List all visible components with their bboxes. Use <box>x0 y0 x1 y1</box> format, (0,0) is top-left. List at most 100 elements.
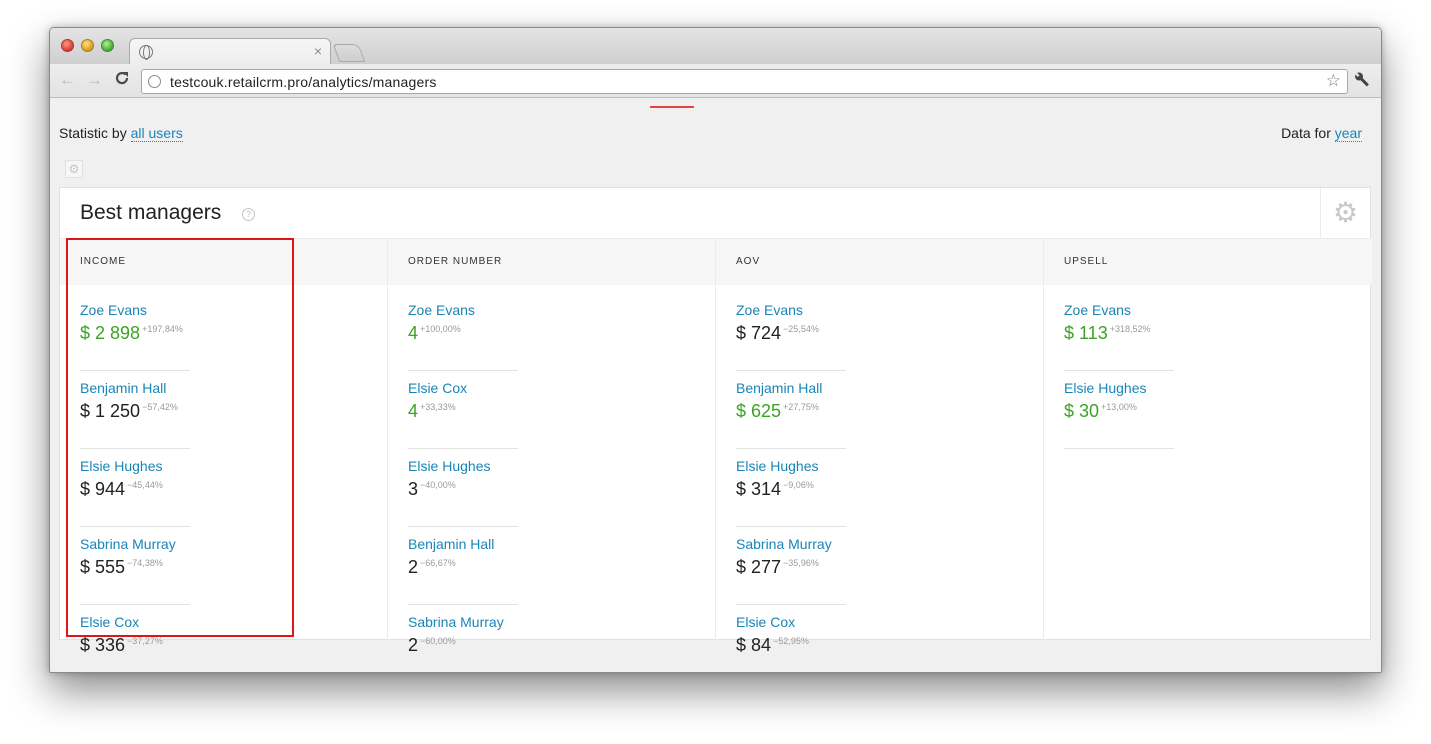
metric-value-row: $ 625 +27,75% <box>736 401 819 422</box>
bookmark-star-icon[interactable]: ☆ <box>1326 71 1341 91</box>
manager-name-link[interactable]: Elsie Hughes <box>408 458 518 478</box>
help-icon[interactable]: ? <box>242 208 255 221</box>
column-header: AOV <box>716 239 1043 285</box>
title-bar: × <box>50 28 1381 65</box>
metric-value-row: 4 +100,00% <box>408 323 461 344</box>
wrench-icon[interactable] <box>1350 67 1379 96</box>
metric-value-row: $ 84 −52,95% <box>736 635 809 656</box>
change-percent: −9,06% <box>783 480 814 490</box>
metric-value: $ 277 <box>736 557 782 577</box>
manager-name-link[interactable]: Elsie Hughes <box>1064 380 1174 400</box>
loading-indicator <box>650 106 694 108</box>
metric-value: $ 30 <box>1064 401 1100 421</box>
data-for-label: Data for <box>1281 125 1335 141</box>
manager-name-link[interactable]: Elsie Cox <box>408 380 518 400</box>
metric-value-row: 4 +33,33% <box>408 401 456 422</box>
metric-value: 2 <box>408 635 419 655</box>
manager-name-link[interactable]: Benjamin Hall <box>736 380 846 400</box>
metric-value: 2 <box>408 557 419 577</box>
metric-value-row: $ 277 −35,96% <box>736 557 819 578</box>
browser-toolbar: ← → testcouk.retailcrm.pro/analytics/man… <box>50 64 1381 98</box>
reload-glyph <box>115 71 129 85</box>
list-item: Zoe Evans 4 +100,00% <box>408 302 518 371</box>
change-percent: −60,00% <box>420 636 456 646</box>
metric-value: $ 84 <box>736 635 772 655</box>
income-column-highlight <box>66 238 294 637</box>
change-percent: +27,75% <box>783 402 819 412</box>
change-percent: −66,67% <box>420 558 456 568</box>
browser-tab[interactable]: × <box>129 38 331 65</box>
change-percent: +13,00% <box>1101 402 1137 412</box>
url-text[interactable]: testcouk.retailcrm.pro/analytics/manager… <box>170 74 437 90</box>
period-filter: Data for year <box>1281 125 1362 142</box>
wrench-glyph <box>1355 72 1369 87</box>
globe-icon <box>139 45 153 60</box>
manager-list: Zoe Evans 4 +100,00% Elsie Cox 4 +33,33% Elsie… <box>388 285 715 672</box>
list-item: Elsie Hughes $ 314 −9,06% <box>736 458 846 527</box>
metric-column-aov: AOV Zoe Evans $ 724 −25,54% Benjamin Hall $ 6… <box>716 239 1044 655</box>
list-item: Benjamin Hall $ 625 +27,75% <box>736 380 846 449</box>
close-window-button[interactable] <box>61 39 74 52</box>
change-percent: −25,54% <box>783 324 819 334</box>
change-percent: −35,96% <box>783 558 819 568</box>
metric-value: $ 314 <box>736 479 782 499</box>
reload-icon[interactable] <box>114 70 130 91</box>
list-item: Elsie Cox $ 84 −52,95% <box>736 614 846 672</box>
manager-name-link[interactable]: Sabrina Murray <box>736 536 846 556</box>
change-percent: +100,00% <box>420 324 461 334</box>
manager-list: Zoe Evans $ 724 −25,54% Benjamin Hall $ 625 +… <box>716 285 1043 672</box>
address-bar[interactable]: testcouk.retailcrm.pro/analytics/manager… <box>141 69 1348 94</box>
metric-value: 4 <box>408 323 419 343</box>
metric-value-row: $ 113 +318,52% <box>1064 323 1151 344</box>
metric-column-order-number: ORDER NUMBER Zoe Evans 4 +100,00% Elsie Cox 4… <box>388 239 716 655</box>
metric-value-row: 2 −60,00% <box>408 635 456 656</box>
widget-header: Best managers ? ⚙ <box>60 188 1370 239</box>
metric-value-row: $ 336 −37,27% <box>80 635 163 656</box>
widget-title: Best managers <box>80 201 222 224</box>
manager-name-link[interactable]: Benjamin Hall <box>408 536 518 556</box>
dashboard-settings-gear-icon[interactable]: ⚙ <box>65 160 83 178</box>
metric-value-row: $ 30 +13,00% <box>1064 401 1137 422</box>
list-item: Elsie Hughes $ 30 +13,00% <box>1064 380 1174 449</box>
list-item: Zoe Evans $ 724 −25,54% <box>736 302 846 371</box>
forward-arrow-icon[interactable]: → <box>86 70 103 90</box>
widget-settings-gear-icon[interactable]: ⚙ <box>1320 188 1370 239</box>
column-header: UPSELL <box>1044 239 1372 285</box>
list-item: Sabrina Murray $ 277 −35,96% <box>736 536 846 605</box>
change-percent: −40,00% <box>420 480 456 490</box>
statistic-label: Statistic by <box>59 125 131 141</box>
manager-name-link[interactable]: Elsie Hughes <box>736 458 846 478</box>
list-item: Elsie Cox 4 +33,33% <box>408 380 518 449</box>
list-item: Zoe Evans $ 113 +318,52% <box>1064 302 1174 371</box>
manager-name-link[interactable]: Zoe Evans <box>736 302 846 322</box>
list-item: Elsie Hughes 3 −40,00% <box>408 458 518 527</box>
zoom-window-button[interactable] <box>101 39 114 52</box>
manager-name-link[interactable]: Zoe Evans <box>408 302 518 322</box>
minimize-window-button[interactable] <box>81 39 94 52</box>
manager-name-link[interactable]: Elsie Cox <box>736 614 846 634</box>
year-link[interactable]: year <box>1334 125 1362 142</box>
manager-name-link[interactable]: Zoe Evans <box>1064 302 1174 322</box>
all-users-link[interactable]: all users <box>130 125 183 142</box>
metric-value-row: 3 −40,00% <box>408 479 456 500</box>
list-item: Benjamin Hall 2 −66,67% <box>408 536 518 605</box>
list-item: Sabrina Murray 2 −60,00% <box>408 614 518 672</box>
metric-value: $ 336 <box>80 635 126 655</box>
metric-value: $ 113 <box>1064 323 1108 343</box>
metric-value: 3 <box>408 479 419 499</box>
new-tab-button[interactable] <box>332 44 366 62</box>
manager-name-link[interactable]: Sabrina Murray <box>408 614 518 634</box>
metric-value-row: $ 724 −25,54% <box>736 323 819 344</box>
change-percent: −37,27% <box>127 636 163 646</box>
manager-list: Zoe Evans $ 113 +318,52% Elsie Hughes $ 30 +1… <box>1044 285 1372 449</box>
metric-value: $ 625 <box>736 401 782 421</box>
metric-column-upsell: UPSELL Zoe Evans $ 113 +318,52% Elsie Hughes… <box>1044 239 1372 641</box>
globe-icon <box>148 75 161 88</box>
back-arrow-icon[interactable]: ← <box>59 70 76 90</box>
metric-value-row: $ 314 −9,06% <box>736 479 814 500</box>
metric-value-row: 2 −66,67% <box>408 557 456 578</box>
tab-close-icon[interactable]: × <box>314 43 322 59</box>
change-percent: +33,33% <box>420 402 456 412</box>
metric-value: 4 <box>408 401 419 421</box>
change-percent: −52,95% <box>773 636 809 646</box>
